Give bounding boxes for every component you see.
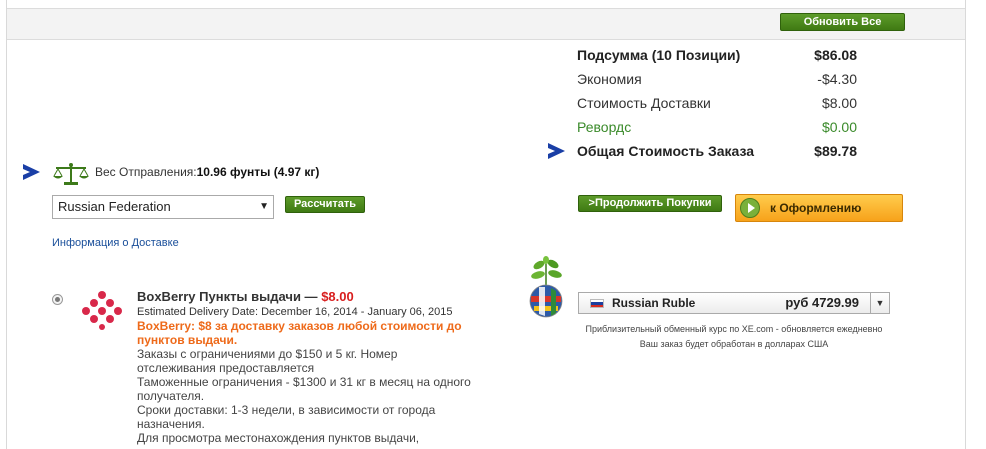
shipping-method-radio[interactable] — [52, 294, 63, 305]
exchange-rate-note: Приблизительный обменный курс по XE.com … — [578, 322, 890, 352]
subtotal-row: Подсумма (10 Позиции) $86.08 — [577, 46, 861, 70]
chevron-down-icon: ▼ — [259, 201, 269, 212]
savings-label: Экономия — [577, 71, 642, 87]
globe-plant-icon — [529, 256, 563, 318]
update-all-button[interactable]: Обновить Все — [780, 13, 905, 31]
shipping-info-link[interactable]: Информация о Доставке — [52, 237, 179, 249]
carrier-desc-limits: Заказы с ограничениями до $150 и 5 кг. Н… — [137, 347, 398, 375]
rewards-value: $0.00 — [821, 119, 857, 135]
carrier-title: BoxBerry Пункты выдачи — $8.00 — [137, 288, 487, 305]
shipping-method-boxberry: BoxBerry Пункты выдачи — $8.00 Estimated… — [137, 288, 487, 445]
order-total-row: Общая Стоимость Заказа $89.78 — [577, 142, 861, 166]
weight-pointer-arrow-icon — [23, 164, 40, 180]
total-pointer-arrow-icon — [548, 143, 565, 159]
shipping-cost-label: Стоимость Доставки — [577, 95, 711, 111]
play-icon — [740, 198, 760, 218]
currency-name: Russian Ruble — [612, 296, 696, 310]
checkout-label: к Оформлению — [770, 201, 862, 215]
processing-currency-note: Ваш заказ будет обработан в долларах США — [639, 339, 829, 349]
estimated-delivery: Estimated Delivery Date: December 16, 20… — [137, 306, 453, 318]
savings-value: -$4.30 — [817, 71, 857, 87]
boxberry-logo-icon — [82, 291, 122, 330]
russia-flag-icon — [590, 299, 604, 308]
carrier-name: BoxBerry Пункты выдачи — — [137, 289, 318, 304]
frame-right-border — [965, 0, 966, 449]
carrier-promo: BoxBerry: $8 за доставку заказов любой с… — [137, 319, 462, 347]
checkout-button[interactable]: к Оформлению — [735, 194, 903, 222]
exchange-rate-source: Приблизительный обменный курс по XE.com … — [585, 324, 883, 334]
currency-amount: руб 4729.99 — [785, 295, 859, 310]
carrier-price: $8.00 — [321, 289, 354, 304]
carrier-desc-customs: Таможенные ограничения - $1300 и 31 кг в… — [137, 375, 471, 403]
rewards-label: Ревордс — [577, 119, 632, 135]
frame-left-border — [6, 0, 7, 449]
carrier-desc-delivery-time: Сроки доставки: 1-3 недели, в зависимост… — [137, 403, 436, 431]
subtotal-value: $86.08 — [814, 47, 857, 63]
rewards-row: Ревордс $0.00 — [577, 118, 861, 142]
order-total-value: $89.78 — [814, 143, 857, 159]
shipping-cost-row: Стоимость Доставки $8.00 — [577, 94, 861, 118]
country-select[interactable]: Russian Federation ▼ — [52, 195, 274, 219]
order-summary: Подсумма (10 Позиции) $86.08 Экономия -$… — [577, 46, 861, 166]
calculate-button[interactable]: Рассчитать — [285, 196, 365, 213]
shipping-cost-value: $8.00 — [821, 95, 857, 111]
savings-row: Экономия -$4.30 — [577, 70, 861, 94]
carrier-desc-pickup-points: Для просмотра местонахождения пунктов вы… — [137, 431, 420, 445]
weight-label: Вес Отправления: — [95, 165, 197, 179]
continue-shopping-button[interactable]: >Продолжить Покупки — [578, 195, 722, 212]
weight-value: 10.96 фунты (4.97 кг) — [196, 165, 320, 179]
currency-select[interactable]: Russian Ruble руб 4729.99 ▼ — [578, 292, 890, 314]
chevron-down-icon: ▼ — [870, 293, 889, 313]
order-total-label: Общая Стоимость Заказа — [577, 143, 755, 159]
scale-icon — [53, 163, 89, 185]
shipment-weight: Вес Отправления:10.96 фунты (4.97 кг) — [95, 165, 319, 179]
country-selected: Russian Federation — [58, 199, 171, 214]
subtotal-label: Подсумма (10 Позиции) — [577, 47, 741, 63]
